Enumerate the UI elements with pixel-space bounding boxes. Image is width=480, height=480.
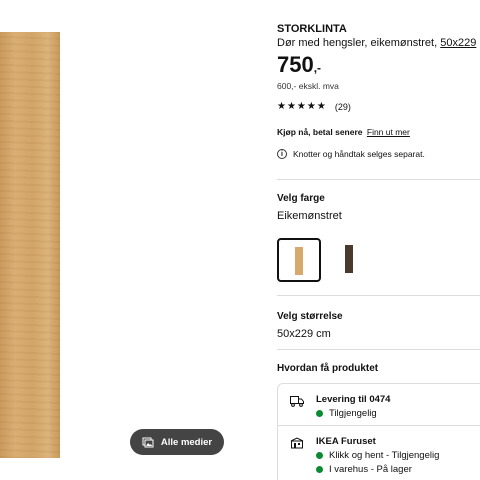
rating[interactable]: ★★★★★ (29) bbox=[277, 101, 351, 112]
status-dot bbox=[316, 466, 323, 473]
all-media-button[interactable]: Alle medier bbox=[130, 429, 224, 455]
product-gallery: Alle medier bbox=[0, 0, 262, 480]
product-info-panel: STORKLINTA Dør med hengsler, eikemønstre… bbox=[277, 0, 480, 480]
note-text: Knotter og håndtak selges separat. bbox=[293, 149, 425, 159]
price-suffix: ,- bbox=[313, 61, 322, 75]
read-more-link[interactable]: Finn ut mer bbox=[367, 127, 410, 137]
divider bbox=[277, 295, 480, 296]
star-rating-icons: ★★★★★ bbox=[277, 101, 327, 112]
status-dot bbox=[316, 410, 323, 417]
store-head: IKEA Furuset bbox=[316, 436, 376, 447]
price-main: 750 bbox=[277, 52, 314, 77]
status-text: Tilgjengelig bbox=[329, 408, 377, 419]
size-link[interactable]: 50x229 bbox=[440, 37, 476, 49]
gallery-icon bbox=[142, 437, 154, 448]
status-dot bbox=[316, 452, 323, 459]
store-icon bbox=[290, 437, 304, 449]
color-value: Eikemønstret bbox=[277, 210, 342, 222]
knob-note: i Knotter og håndtak selges separat. bbox=[277, 149, 425, 159]
swatch-oak-image bbox=[295, 247, 303, 275]
color-swatch-dark[interactable] bbox=[333, 238, 377, 282]
price: 750,- bbox=[277, 52, 321, 78]
swatch-dark-image bbox=[345, 245, 353, 273]
store-option[interactable]: IKEA Furuset Klikk og hent - Tilgjengeli… bbox=[290, 436, 439, 475]
delivery-option[interactable]: Levering til 0474 Tilgjengelig bbox=[290, 394, 390, 419]
price-excl-vat: 600,- ekskl. mva bbox=[277, 81, 339, 91]
product-description: Dør med hengsler, eikemønstret, 50x229 bbox=[277, 37, 476, 49]
status-text: Klikk og hent - Tilgjengelig bbox=[329, 450, 440, 461]
size-title: Velg størrelse bbox=[277, 311, 343, 322]
rating-count: (29) bbox=[334, 101, 351, 112]
description-text: Dør med hengsler, eikemønstret, bbox=[277, 37, 441, 49]
divider bbox=[277, 349, 480, 350]
buy-now-pay-later: Kjøp nå, betal senere Finn ut mer bbox=[277, 127, 410, 137]
all-media-label: Alle medier bbox=[160, 436, 213, 448]
delivery-head: Levering til 0474 bbox=[316, 394, 391, 405]
info-icon: i bbox=[277, 149, 287, 159]
divider bbox=[277, 179, 480, 180]
truck-icon bbox=[290, 396, 304, 407]
divider bbox=[278, 425, 480, 426]
color-swatch-oak[interactable] bbox=[277, 238, 321, 282]
delivery-title: Hvordan få produktet bbox=[277, 363, 379, 374]
product-image-door[interactable] bbox=[0, 32, 60, 458]
delivery-box: Levering til 0474 Tilgjengelig IKEA Furu… bbox=[277, 383, 480, 480]
delivery-status: Tilgjengelig bbox=[316, 408, 390, 419]
size-value[interactable]: 50x229 cm bbox=[277, 328, 331, 340]
buy-now-label: Kjøp nå, betal senere bbox=[277, 127, 363, 137]
store-status-stock: I varehus - På lager bbox=[316, 464, 439, 475]
product-name: STORKLINTA bbox=[277, 23, 347, 35]
store-status-click: Klikk og hent - Tilgjengelig bbox=[316, 450, 439, 461]
status-text: I varehus - På lager bbox=[329, 464, 412, 475]
color-title: Velg farge bbox=[277, 193, 325, 204]
